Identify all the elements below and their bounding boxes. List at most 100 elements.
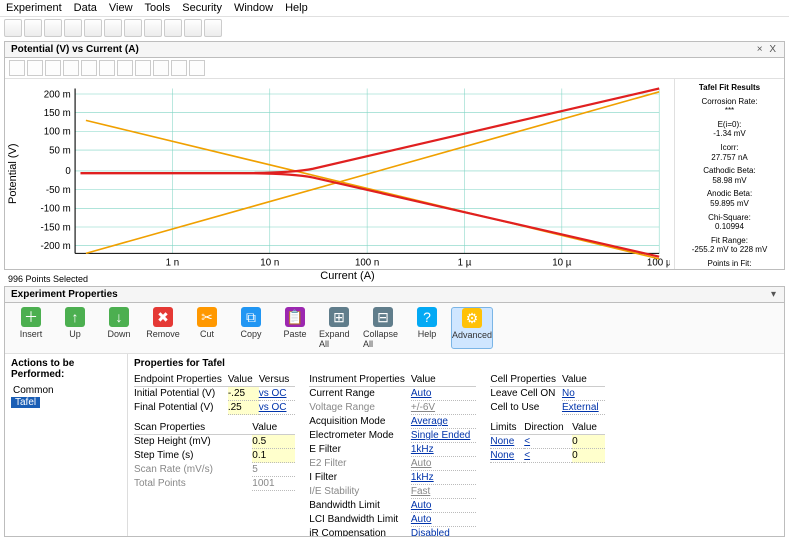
menu-window[interactable]: Window <box>234 2 273 14</box>
action-common[interactable]: Common <box>11 384 121 397</box>
tb-run-icon[interactable] <box>84 19 102 37</box>
ct-legend-icon[interactable] <box>153 60 169 76</box>
ct-select-icon[interactable] <box>45 60 61 76</box>
svg-text:50 m: 50 m <box>49 145 71 156</box>
ct-pan-icon[interactable] <box>27 60 43 76</box>
cmd-expandall[interactable]: ⊞Expand All <box>319 307 359 349</box>
ct-reset-icon[interactable] <box>99 60 115 76</box>
collapseall-icon: ⊟ <box>373 307 393 327</box>
main-toolbar <box>0 17 789 39</box>
svg-text:200 m: 200 m <box>44 89 71 100</box>
svg-text:-150 m: -150 m <box>41 222 71 233</box>
svg-text:100 n: 100 n <box>355 257 379 268</box>
cmd-label: Help <box>418 329 437 339</box>
expandall-icon: ⊞ <box>329 307 349 327</box>
experiment-properties-panel: Experiment Properties ▾ ＋ Insert ↑ Up ↓ Down ✖… <box>4 286 785 537</box>
advanced-icon: ⚙ <box>462 308 482 328</box>
cmd-label: Insert <box>20 329 43 339</box>
y-axis-label: Potential (V) <box>5 79 21 269</box>
ct-export-icon[interactable] <box>81 60 97 76</box>
x-axis-label: Current (A) <box>21 270 674 284</box>
cut-icon: ✂ <box>197 307 217 327</box>
props-title: Properties for Tafel <box>134 358 778 369</box>
tb-new-icon[interactable] <box>4 19 22 37</box>
menu-tools[interactable]: Tools <box>145 2 171 14</box>
cmd-copy[interactable]: ⧉ Copy <box>231 307 271 349</box>
svg-text:1 n: 1 n <box>166 257 180 268</box>
svg-text:10 n: 10 n <box>260 257 279 268</box>
cmd-advanced[interactable]: ⚙ Advanced <box>451 307 493 349</box>
plot-area[interactable]: Potential (V) <box>5 79 674 269</box>
cmd-label: Advanced <box>452 330 492 340</box>
copy-icon: ⧉ <box>241 307 261 327</box>
cmd-help[interactable]: ? Help <box>407 307 447 349</box>
help-icon: ? <box>417 307 437 327</box>
menu-data[interactable]: Data <box>74 2 97 14</box>
chart-panel: Potential (V) <box>4 57 785 270</box>
svg-text:1 µ: 1 µ <box>458 257 472 268</box>
ct-grid-icon[interactable] <box>117 60 133 76</box>
ct-zoom-icon[interactable] <box>9 60 25 76</box>
ct-cursor-icon[interactable] <box>171 60 187 76</box>
cmd-paste[interactable]: 📋 Paste <box>275 307 315 349</box>
cmd-up[interactable]: ↑ Up <box>55 307 95 349</box>
menubar: Experiment Data View Tools Security Wind… <box>0 0 789 17</box>
cmd-label: Remove <box>146 329 180 339</box>
scan-table: Scan PropertiesValue Step Height (mV)0.5… <box>134 421 295 491</box>
chart-toolbar <box>5 58 784 79</box>
command-row: ＋ Insert ↑ Up ↓ Down ✖ Remove ✂ Cut ⧉ Copy 📋 Paste ⊞Ex… <box>5 303 784 354</box>
chart-tab-header: Potential (V) vs Current (A) × X <box>4 41 785 57</box>
cmd-insert[interactable]: ＋ Insert <box>11 307 51 349</box>
tb-fit-icon[interactable] <box>164 19 182 37</box>
ct-fit-icon[interactable] <box>189 60 205 76</box>
fit-results-panel: Tafel Fit Results Corrosion Rate:*** E(i… <box>674 79 784 269</box>
actions-list: Actions to be Performed: Common Tafel <box>5 354 128 536</box>
up-icon: ↑ <box>65 307 85 327</box>
cmd-label: Up <box>69 329 81 339</box>
cmd-label: Expand All <box>319 329 359 349</box>
cmd-label: Cut <box>200 329 214 339</box>
props-tab-title: Experiment Properties <box>11 289 118 300</box>
svg-text:100 m: 100 m <box>44 127 71 138</box>
property-groups: Properties for Tafel Endpoint Properties… <box>128 354 784 536</box>
tb-pause-icon[interactable] <box>124 19 142 37</box>
paste-icon: 📋 <box>285 307 305 327</box>
chart-tab-close[interactable]: × X <box>757 44 778 55</box>
chart-tab-title: Potential (V) vs Current (A) <box>11 44 139 55</box>
menu-help[interactable]: Help <box>285 2 308 14</box>
results-title: Tafel Fit Results <box>677 83 782 93</box>
props-tab-menu[interactable]: ▾ <box>771 289 778 300</box>
cmd-label: Copy <box>240 329 261 339</box>
svg-text:-100 m: -100 m <box>41 204 71 215</box>
action-tafel[interactable]: Tafel <box>11 397 40 408</box>
tb-stop-icon[interactable] <box>104 19 122 37</box>
tb-extra-icon[interactable] <box>204 19 222 37</box>
cell-table: Cell PropertiesValue Leave Cell ONNo Cel… <box>490 373 604 415</box>
insert-icon: ＋ <box>21 307 41 327</box>
limits-table: LimitsDirectionValue None<0 None<0 <box>490 421 604 463</box>
svg-text:-50 m: -50 m <box>46 185 71 196</box>
ct-axis-icon[interactable] <box>135 60 151 76</box>
tb-settings-icon[interactable] <box>184 19 202 37</box>
svg-text:10 µ: 10 µ <box>552 257 571 268</box>
down-icon: ↓ <box>109 307 129 327</box>
cmd-label: Collapse All <box>363 329 403 349</box>
svg-text:-200 m: -200 m <box>41 241 71 252</box>
ct-annotate-icon[interactable] <box>63 60 79 76</box>
menu-experiment[interactable]: Experiment <box>6 2 62 14</box>
tb-save-icon[interactable] <box>44 19 62 37</box>
menu-view[interactable]: View <box>109 2 133 14</box>
cmd-cut[interactable]: ✂ Cut <box>187 307 227 349</box>
cmd-label: Paste <box>283 329 306 339</box>
cmd-remove[interactable]: ✖ Remove <box>143 307 183 349</box>
cmd-collapseall[interactable]: ⊟Collapse All <box>363 307 403 349</box>
tb-open-icon[interactable] <box>24 19 42 37</box>
cmd-down[interactable]: ↓ Down <box>99 307 139 349</box>
svg-text:0: 0 <box>65 166 71 177</box>
remove-icon: ✖ <box>153 307 173 327</box>
tb-print-icon[interactable] <box>64 19 82 37</box>
cmd-label: Down <box>107 329 130 339</box>
instrument-table: Instrument PropertiesValue Current Range… <box>309 373 476 536</box>
menu-security[interactable]: Security <box>182 2 222 14</box>
tb-zoom-icon[interactable] <box>144 19 162 37</box>
